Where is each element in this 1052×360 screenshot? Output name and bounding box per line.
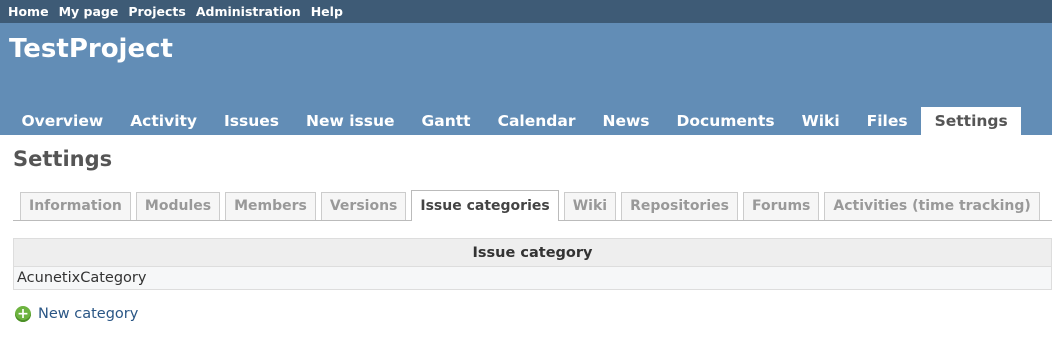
category-name-cell: AcunetixCategory (13, 266, 1052, 290)
top-menu-projects[interactable]: Projects (128, 4, 186, 19)
main-menu-activity[interactable]: Activity (117, 107, 211, 135)
tab-members[interactable]: Members (225, 192, 316, 220)
tab-forums[interactable]: Forums (742, 192, 820, 220)
table-header-row: Issue category (13, 238, 1052, 267)
main-menu-overview[interactable]: Overview (8, 107, 117, 135)
tab-modules[interactable]: Modules (135, 192, 221, 220)
top-menu: Home My page Projects Administration Hel… (0, 0, 1052, 23)
settings-tabs: Information Modules Members Versions Iss… (13, 190, 1052, 221)
top-menu-my-page[interactable]: My page (59, 4, 119, 19)
top-menu-help[interactable]: Help (311, 4, 343, 19)
add-icon[interactable]: + (15, 306, 31, 322)
tab-issue-categories[interactable]: Issue categories (411, 190, 559, 221)
main-menu-gantt[interactable]: Gantt (408, 107, 484, 135)
main-menu-settings[interactable]: Settings (921, 107, 1022, 135)
column-header-issue-category: Issue category (13, 238, 1052, 267)
tab-information[interactable]: Information (20, 192, 131, 220)
main-menu-issues[interactable]: Issues (211, 107, 293, 135)
tab-activities[interactable]: Activities (time tracking) (824, 192, 1040, 220)
project-header: TestProject Overview Activity Issues New… (0, 23, 1052, 135)
issue-categories-table: Issue category AcunetixCategory (13, 238, 1052, 290)
top-menu-home[interactable]: Home (8, 4, 49, 19)
main-menu-calendar[interactable]: Calendar (484, 107, 589, 135)
content: Settings Information Modules Members Ver… (0, 135, 1052, 322)
new-category-action: + New category (13, 306, 1052, 322)
page-title: Settings (13, 147, 113, 171)
top-menu-administration[interactable]: Administration (196, 4, 301, 19)
main-menu-news[interactable]: News (589, 107, 663, 135)
project-title: TestProject (9, 34, 173, 64)
table-row: AcunetixCategory (13, 266, 1052, 290)
tab-repositories[interactable]: Repositories (621, 192, 738, 220)
main-menu-files[interactable]: Files (853, 107, 921, 135)
tab-wiki[interactable]: Wiki (563, 192, 617, 220)
main-menu-new-issue[interactable]: New issue (293, 107, 409, 135)
main-menu-wiki[interactable]: Wiki (788, 107, 853, 135)
main-menu-documents[interactable]: Documents (663, 107, 788, 135)
main-menu: Overview Activity Issues New issue Gantt… (8, 107, 1022, 135)
tab-versions[interactable]: Versions (320, 192, 407, 220)
new-category-link[interactable]: New category (38, 306, 138, 322)
